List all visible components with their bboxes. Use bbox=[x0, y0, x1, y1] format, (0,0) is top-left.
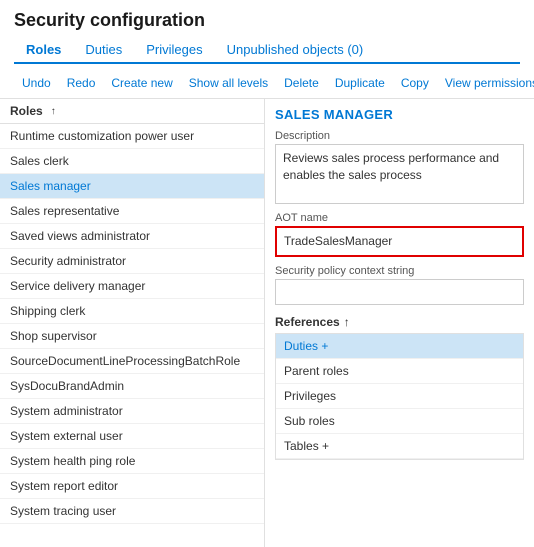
tab-bar: Roles Duties Privileges Unpublished obje… bbox=[14, 37, 520, 64]
list-item[interactable]: Sales clerk bbox=[0, 149, 264, 174]
duplicate-button[interactable]: Duplicate bbox=[327, 73, 393, 93]
list-item[interactable]: System external user bbox=[0, 424, 264, 449]
aot-name-value: TradeSalesManager bbox=[284, 234, 392, 248]
view-permissions-button[interactable]: View permissions bbox=[437, 73, 534, 93]
description-value: Reviews sales process performance and en… bbox=[283, 151, 499, 182]
ref-item-tables[interactable]: Tables + bbox=[276, 434, 523, 459]
list-item[interactable]: System administrator bbox=[0, 399, 264, 424]
references-header: References ↑ bbox=[275, 315, 524, 329]
detail-panel: SALES MANAGER Description Reviews sales … bbox=[265, 99, 534, 547]
list-item[interactable]: Service delivery manager bbox=[0, 274, 264, 299]
aot-name-label: AOT name bbox=[275, 212, 524, 224]
tab-duties[interactable]: Duties bbox=[73, 37, 134, 64]
list-item[interactable]: SourceDocumentLineProcessingBatchRole bbox=[0, 349, 264, 374]
show-all-levels-button[interactable]: Show all levels bbox=[181, 73, 276, 93]
sort-indicator: ↑ bbox=[51, 106, 56, 117]
list-item[interactable]: System report editor bbox=[0, 474, 264, 499]
list-item[interactable]: Security administrator bbox=[0, 249, 264, 274]
list-header-label: Roles bbox=[10, 104, 43, 118]
list-item[interactable]: Runtime customization power user bbox=[0, 124, 264, 149]
references-sort: ↑ bbox=[344, 315, 350, 329]
delete-button[interactable]: Delete bbox=[276, 73, 327, 93]
tab-privileges[interactable]: Privileges bbox=[134, 37, 214, 64]
references-list: Duties + Parent roles Privileges Sub rol… bbox=[275, 333, 524, 460]
roles-list-panel: Roles ↑ Runtime customization power user… bbox=[0, 99, 265, 547]
detail-title: SALES MANAGER bbox=[275, 107, 524, 122]
list-item[interactable]: Saved views administrator bbox=[0, 224, 264, 249]
security-policy-field[interactable] bbox=[275, 279, 524, 305]
ref-item-parent-roles[interactable]: Parent roles bbox=[276, 359, 523, 384]
tab-roles[interactable]: Roles bbox=[14, 37, 73, 64]
toolbar: Undo Redo Create new Show all levels Del… bbox=[0, 68, 534, 99]
list-item[interactable]: System health ping role bbox=[0, 449, 264, 474]
references-label: References bbox=[275, 315, 340, 329]
ref-item-privileges[interactable]: Privileges bbox=[276, 384, 523, 409]
page-title: Security configuration bbox=[14, 10, 520, 31]
description-label: Description bbox=[275, 130, 524, 142]
main-content: Roles ↑ Runtime customization power user… bbox=[0, 99, 534, 547]
list-item-sales-manager[interactable]: Sales manager bbox=[0, 174, 264, 199]
aot-name-field[interactable]: TradeSalesManager bbox=[275, 226, 524, 257]
list-item[interactable]: Shop supervisor bbox=[0, 324, 264, 349]
list-header: Roles ↑ bbox=[0, 99, 264, 124]
list-item[interactable]: System tracing user bbox=[0, 499, 264, 524]
list-item[interactable]: Shipping clerk bbox=[0, 299, 264, 324]
redo-button[interactable]: Redo bbox=[59, 73, 104, 93]
copy-button[interactable]: Copy bbox=[393, 73, 437, 93]
tab-unpublished[interactable]: Unpublished objects (0) bbox=[215, 37, 376, 64]
list-item[interactable]: SysDocuBrandAdmin bbox=[0, 374, 264, 399]
undo-button[interactable]: Undo bbox=[14, 73, 59, 93]
create-new-button[interactable]: Create new bbox=[103, 73, 180, 93]
ref-item-sub-roles[interactable]: Sub roles bbox=[276, 409, 523, 434]
description-field[interactable]: Reviews sales process performance and en… bbox=[275, 144, 524, 204]
security-policy-label: Security policy context string bbox=[275, 265, 524, 277]
list-item[interactable]: Sales representative bbox=[0, 199, 264, 224]
ref-item-duties[interactable]: Duties + bbox=[276, 334, 523, 359]
